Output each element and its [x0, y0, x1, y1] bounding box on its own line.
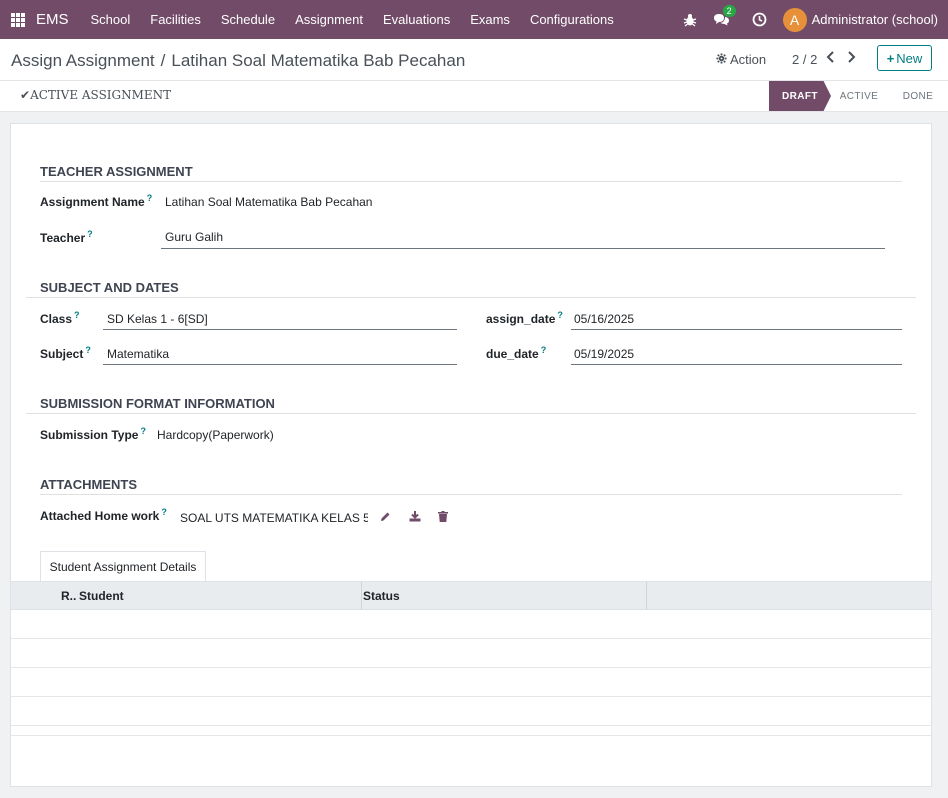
- check-icon: ✔: [20, 88, 31, 102]
- assign-date-underline: [571, 329, 902, 330]
- breadcrumb-parent[interactable]: Assign Assignment: [11, 51, 155, 70]
- chat-count-badge: 2: [722, 4, 736, 17]
- trash-icon[interactable]: [438, 511, 448, 525]
- action-button[interactable]: Action: [716, 52, 766, 67]
- column-header-status[interactable]: Status: [363, 589, 400, 603]
- help-icon[interactable]: ?: [140, 426, 146, 436]
- due-date-field[interactable]: 05/19/2025: [574, 347, 634, 361]
- submission-type-value[interactable]: Hardcopy(Paperwork): [157, 428, 274, 442]
- section-divider: [26, 297, 916, 298]
- subject-field-underline: [103, 364, 457, 365]
- subject-field[interactable]: Matematika: [107, 347, 169, 361]
- class-label: Class?: [40, 310, 80, 326]
- new-label: New: [896, 50, 923, 66]
- menu-evaluations[interactable]: Evaluations: [373, 0, 460, 39]
- activity-clock-icon[interactable]: [752, 12, 767, 27]
- teacher-field[interactable]: Guru Galih: [165, 230, 223, 244]
- action-label: Action: [730, 52, 767, 67]
- control-panel: Assign Assignment / Latihan Soal Matematik…: [0, 39, 948, 81]
- student-table-header: R.. Student Status: [11, 581, 931, 610]
- section-divider: [40, 181, 902, 182]
- user-avatar[interactable]: A: [782, 7, 807, 32]
- stage-done[interactable]: DONE: [889, 81, 947, 111]
- edit-pencil-icon[interactable]: [380, 511, 391, 525]
- due-date-underline: [571, 364, 902, 365]
- apps-menu-icon[interactable]: [11, 12, 25, 27]
- pager-prev-icon[interactable]: [826, 50, 836, 67]
- assign-date-label: assign_date?: [486, 310, 563, 326]
- help-icon[interactable]: ?: [557, 310, 563, 320]
- subject-label: Subject?: [40, 345, 91, 361]
- section-attachments: ATTACHMENTS: [40, 477, 138, 492]
- chat-icon[interactable]: 2: [713, 4, 736, 27]
- attached-homework-label: Attached Home work?: [40, 507, 167, 523]
- breadcrumb-separator: /: [160, 51, 166, 70]
- table-row[interactable]: [11, 707, 931, 736]
- assignment-name-label: Assignment Name?: [40, 193, 153, 209]
- app-brand[interactable]: EMS: [36, 11, 69, 28]
- table-row[interactable]: [11, 639, 931, 668]
- column-separator: [361, 582, 362, 610]
- active-assignment-label: ACTIVE ASSIGNMENT: [30, 88, 172, 102]
- teacher-label: Teacher?: [40, 229, 93, 245]
- menu-schedule[interactable]: Schedule: [211, 0, 285, 39]
- section-subject-dates: SUBJECT AND DATES: [40, 280, 179, 295]
- column-header-student[interactable]: Student: [79, 589, 124, 603]
- user-name[interactable]: Administrator (school): [812, 12, 938, 27]
- table-row[interactable]: [11, 668, 931, 697]
- tab-student-assignment-details[interactable]: Student Assignment Details: [40, 551, 206, 582]
- column-separator: [646, 582, 647, 610]
- help-icon[interactable]: ?: [147, 193, 153, 203]
- download-icon[interactable]: [409, 511, 421, 525]
- submission-type-label: Submission Type?: [40, 426, 146, 442]
- plus-icon: +: [886, 50, 895, 66]
- teacher-field-underline: [161, 248, 885, 249]
- menu-assignment[interactable]: Assignment: [285, 0, 373, 39]
- active-assignment-button[interactable]: ✔ACTIVE ASSIGNMENT: [20, 88, 171, 102]
- help-icon[interactable]: ?: [85, 345, 91, 355]
- menu-school[interactable]: School: [81, 0, 141, 39]
- gear-icon: [716, 52, 727, 67]
- stage-active[interactable]: ACTIVE: [829, 81, 889, 111]
- class-field-underline: [103, 329, 457, 330]
- menu-exams[interactable]: Exams: [460, 0, 520, 39]
- due-date-label: due_date?: [486, 345, 547, 361]
- breadcrumb-current: Latihan Soal Matematika Bab Pecahan: [171, 51, 466, 70]
- menu-facilities[interactable]: Facilities: [140, 0, 211, 39]
- stage-draft[interactable]: DRAFT: [769, 81, 831, 111]
- pager-value[interactable]: 2 / 2: [792, 52, 817, 67]
- table-row[interactable]: [11, 610, 931, 639]
- status-bar: ✔ACTIVE ASSIGNMENT DRAFT ACTIVE DONE: [0, 81, 948, 112]
- attached-file-name[interactable]: SOAL UTS MATEMATIKA KELAS 5 SEI: [180, 511, 368, 525]
- section-teacher-assignment: TEACHER ASSIGNMENT: [40, 164, 193, 179]
- assign-date-field[interactable]: 05/16/2025: [574, 312, 634, 326]
- debug-bug-icon[interactable]: [683, 13, 697, 27]
- pager-next-icon[interactable]: [846, 50, 856, 67]
- help-icon[interactable]: ?: [87, 229, 93, 239]
- menu-configurations[interactable]: Configurations: [520, 0, 624, 39]
- section-divider: [40, 494, 902, 495]
- breadcrumb: Assign Assignment / Latihan Soal Matematik…: [11, 51, 465, 71]
- help-icon[interactable]: ?: [74, 310, 80, 320]
- new-button[interactable]: + New: [877, 45, 932, 71]
- top-navbar: EMS School Facilities Schedule Assignmen…: [0, 0, 948, 39]
- column-header-r[interactable]: R..: [61, 589, 76, 603]
- assignment-name-value[interactable]: Latihan Soal Matematika Bab Pecahan: [165, 195, 372, 209]
- section-divider: [26, 413, 916, 414]
- section-submission-format: SUBMISSION FORMAT INFORMATION: [40, 396, 275, 411]
- class-field[interactable]: SD Kelas 1 - 6[SD]: [107, 312, 208, 326]
- help-icon[interactable]: ?: [541, 345, 547, 355]
- help-icon[interactable]: ?: [161, 507, 167, 517]
